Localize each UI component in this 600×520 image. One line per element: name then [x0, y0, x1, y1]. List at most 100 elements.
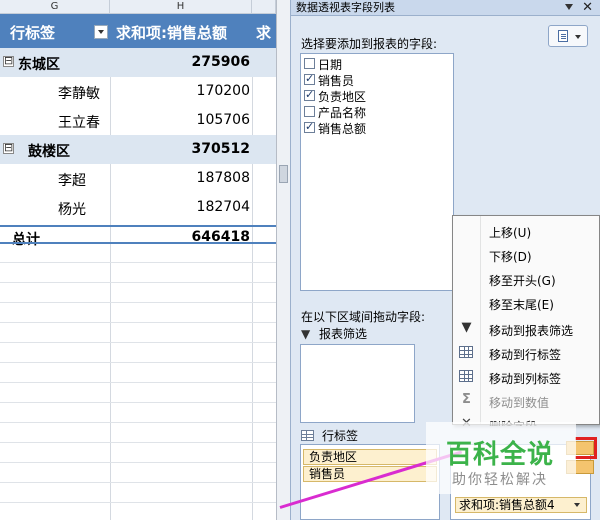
collapse-icon[interactable]: ⊟ — [3, 142, 14, 154]
field-checkbox[interactable] — [304, 120, 315, 133]
menu-item-move-to-row-labels[interactable]: 移动到行标签 — [453, 340, 600, 364]
item-label: 杨光 — [58, 202, 86, 218]
item-value: 187808 — [196, 170, 250, 186]
pane-title-bar[interactable]: 数据透视表字段列表 ✕ — [291, 0, 600, 16]
total-underline — [0, 242, 276, 244]
field-checkbox[interactable] — [304, 58, 315, 69]
grand-total-label: 总计 — [12, 232, 40, 248]
pivot-item-row[interactable]: 杨光 182704 — [0, 193, 276, 222]
grid-line — [0, 342, 276, 343]
field-label: 销售员 — [318, 74, 355, 88]
pivot-item-row[interactable]: 李静敏 170200 — [0, 77, 276, 106]
pivot-item-row[interactable]: 王立春 105706 — [0, 106, 276, 135]
row-labels-area-label: 行标签 — [301, 427, 358, 444]
scrollbar-thumb[interactable] — [279, 165, 288, 183]
field-label: 销售总额 — [318, 122, 367, 136]
report-filter-drop-area[interactable] — [300, 344, 415, 423]
chevron-down-icon — [575, 35, 581, 39]
highlight-frame — [575, 437, 597, 459]
grid-line — [0, 382, 276, 383]
grid-line — [0, 262, 276, 263]
column-header-next[interactable] — [252, 0, 276, 14]
pivot-group-row[interactable]: ⊟ 鼓楼区 370512 — [0, 135, 276, 164]
grid-line — [0, 402, 276, 403]
menu-item-label: 下移(D) — [489, 250, 532, 264]
pane-options-dropdown-icon[interactable] — [565, 4, 573, 10]
filter-icon: ▼ — [461, 320, 472, 335]
menu-item-move-down[interactable]: 下移(D) — [453, 242, 600, 266]
close-icon[interactable]: ✕ — [582, 0, 593, 15]
grid-line — [0, 302, 276, 303]
filter-icon: ▼ — [301, 327, 311, 341]
grid-line — [0, 502, 276, 503]
grid-line — [0, 482, 276, 483]
field-checkbox[interactable] — [304, 72, 315, 85]
field-list-layout-button[interactable] — [548, 25, 588, 47]
menu-item-move-up[interactable]: 上移(U) — [453, 218, 600, 242]
menu-item-move-to-beginning[interactable]: 移至开头(G) — [453, 266, 600, 290]
grid-line — [0, 462, 276, 463]
menu-item-label: 移至开头(G) — [489, 274, 556, 288]
row-labels-header[interactable]: 行标签 — [10, 22, 55, 43]
layout-icon — [558, 30, 568, 42]
values-field-sales-total[interactable]: 求和项:销售总额4 — [455, 497, 587, 513]
row-labels-text: 行标签 — [322, 429, 359, 443]
field-label: 产品名称 — [318, 106, 367, 120]
row-labels-icon — [301, 430, 314, 441]
item-value: 170200 — [196, 83, 250, 99]
watermark-title: 百科全说 — [446, 440, 555, 470]
field-list-prompt: 选择要添加到报表的字段: — [301, 37, 438, 51]
column-header-g[interactable]: G — [0, 0, 110, 14]
row-field-region[interactable]: 负责地区 — [303, 449, 437, 465]
column-header-h[interactable]: H — [110, 0, 252, 14]
grid-line — [0, 282, 276, 283]
values-field-label: 求和项:销售总额4 — [459, 498, 555, 512]
next-column-header[interactable]: 求 — [256, 22, 271, 43]
item-label: 李超 — [58, 173, 86, 189]
menu-item-label: 移动到列标签 — [489, 372, 562, 386]
row-labels-icon — [459, 346, 473, 358]
pivot-table-header: 行标签 求和项:销售总额 求 — [0, 14, 276, 48]
drag-fields-prompt: 在以下区域间拖动字段: — [301, 310, 426, 324]
pivot-item-row[interactable]: 李超 187808 — [0, 164, 276, 193]
sum-column-header[interactable]: 求和项:销售总额 — [116, 22, 227, 43]
spreadsheet-area[interactable]: G H 行标签 求和项:销售总额 求 ⊟ 东城区 275906 李静敏 1702… — [0, 0, 276, 520]
item-label: 王立春 — [58, 115, 100, 131]
pane-title: 数据透视表字段列表 — [296, 1, 395, 14]
field-checkbox[interactable] — [304, 88, 315, 101]
item-label: 李静敏 — [58, 86, 100, 102]
field-list-box: 日期 销售员 负责地区 产品名称 销售总额 — [300, 53, 454, 291]
group-value: 370512 — [191, 141, 250, 157]
field-context-menu: 上移(U) 下移(D) 移至开头(G) 移至末尾(E) ▼ 移动到报表筛选 移动… — [452, 215, 600, 426]
report-filter-text: 报表筛选 — [319, 327, 368, 341]
row-labels-drop-area[interactable]: 负责地区 销售员 — [300, 444, 440, 520]
column-labels-icon — [459, 370, 473, 382]
row-labels-filter-dropdown-icon[interactable] — [94, 25, 108, 39]
pivot-group-row[interactable]: ⊟ 东城区 275906 — [0, 48, 276, 77]
vertical-scrollbar[interactable] — [276, 0, 290, 520]
field-label: 负责地区 — [318, 90, 367, 104]
group-value: 275906 — [191, 54, 250, 70]
menu-item-move-to-end[interactable]: 移至末尾(E) — [453, 290, 600, 314]
chevron-down-icon[interactable] — [574, 503, 580, 507]
group-label: 鼓楼区 — [28, 144, 70, 160]
watermark-subtitle: 助你轻松解决 — [452, 472, 548, 488]
grid-line — [0, 362, 276, 363]
collapse-icon[interactable]: ⊟ — [3, 55, 14, 67]
menu-item-move-to-column-labels[interactable]: 移动到列标签 — [453, 364, 600, 388]
report-filter-label: ▼ 报表筛选 — [301, 325, 367, 342]
menu-item-move-to-report-filter[interactable]: ▼ 移动到报表筛选 — [453, 316, 600, 340]
item-value: 105706 — [196, 112, 250, 128]
menu-item-label: 移动到报表筛选 — [489, 324, 574, 338]
grid-line — [0, 322, 276, 323]
group-label: 东城区 — [18, 57, 60, 73]
field-checkbox[interactable] — [304, 106, 315, 117]
grid-line — [0, 422, 276, 423]
menu-item-move-to-values: Σ 移动到数值 — [453, 388, 600, 412]
sigma-icon: Σ — [462, 392, 471, 407]
grid-line — [0, 442, 276, 443]
menu-item-label: 移至末尾(E) — [489, 298, 554, 312]
item-value: 182704 — [196, 199, 250, 215]
field-label: 日期 — [318, 58, 343, 72]
menu-item-label: 上移(U) — [489, 226, 532, 240]
